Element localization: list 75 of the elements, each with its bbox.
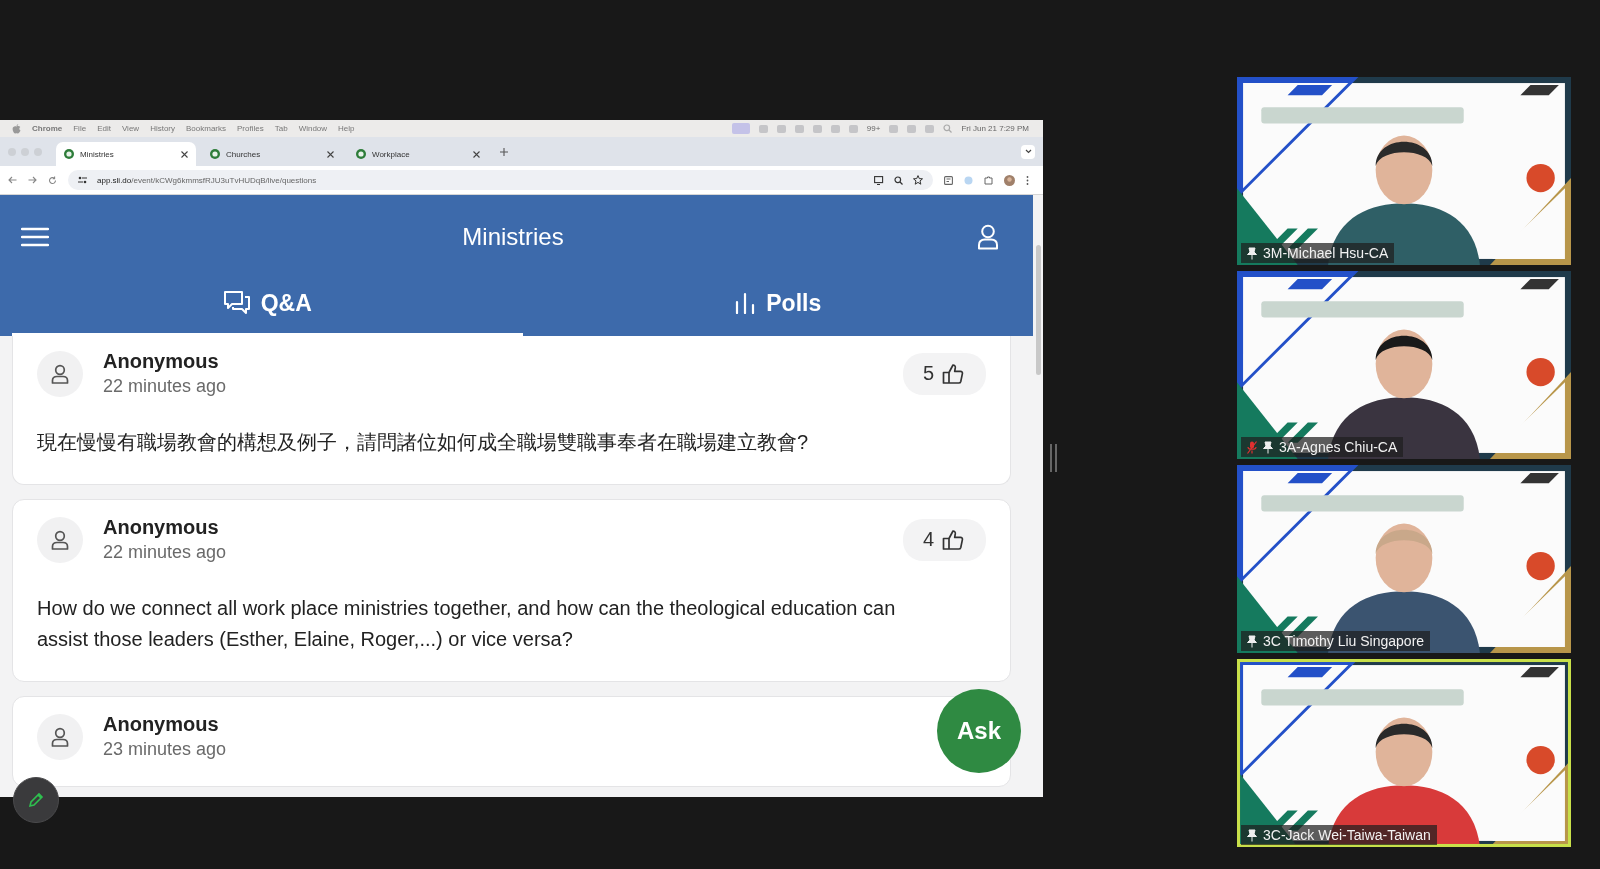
question-time: 22 minutes ago <box>103 376 228 397</box>
annotate-button[interactable] <box>13 777 59 823</box>
more-icon[interactable] <box>1026 175 1029 185</box>
menu-item[interactable]: Chrome <box>32 124 63 133</box>
back-icon[interactable] <box>8 176 17 184</box>
menu-item[interactable]: Help <box>338 124 355 133</box>
author-name: Anonymous <box>103 516 220 539</box>
pin-icon <box>1263 440 1273 454</box>
browser-tab[interactable]: Churches <box>202 142 342 166</box>
question-text: 現在慢慢有職場教會的構想及例子，請問諸位如何成全職場雙職事奉者在職場建立教會? <box>37 430 810 455</box>
thumbs-up-icon <box>942 528 964 551</box>
url-text: app.sli.do/event/kCWg6kmmsfRJU3uTvHUDqB/live/questions <box>97 175 317 185</box>
menu-item[interactable]: History <box>150 124 175 133</box>
browser-tab[interactable]: Ministries <box>56 142 196 166</box>
search-icon[interactable] <box>943 124 953 133</box>
menu-item[interactable]: File <box>73 124 87 133</box>
menu-icon[interactable] <box>21 227 49 247</box>
favicon-icon <box>210 149 220 159</box>
tab-search-button[interactable] <box>1021 144 1035 159</box>
author-name: Anonymous <box>103 713 220 736</box>
favicon-icon <box>64 149 74 159</box>
ask-button[interactable]: Ask <box>937 689 1021 773</box>
person-icon <box>51 363 69 384</box>
person-icon <box>51 529 69 550</box>
author-name: Anonymous <box>103 350 220 373</box>
question-time: 22 minutes ago <box>103 542 228 563</box>
apple-icon <box>12 123 21 134</box>
person-icon <box>51 726 69 747</box>
like-button[interactable]: 5 <box>902 352 986 395</box>
notification-count: 99+ <box>866 124 881 133</box>
like-button[interactable]: 4 <box>902 518 986 561</box>
star-icon[interactable] <box>913 175 923 185</box>
close-icon[interactable] <box>473 150 480 158</box>
pen-icon <box>27 791 45 809</box>
site-settings-icon <box>78 176 87 184</box>
menu-item[interactable]: Window <box>298 124 328 133</box>
menu-item[interactable]: View <box>121 124 140 133</box>
chevron-icon <box>1024 149 1032 154</box>
name-label: 3C-Jack Wei-Taiwa-Taiwan <box>1241 825 1437 845</box>
close-icon[interactable] <box>181 150 188 158</box>
tab-title: Ministries <box>80 149 115 159</box>
menu-item[interactable]: Bookmarks <box>186 124 227 133</box>
puzzle-icon[interactable] <box>984 175 993 185</box>
menu-item[interactable]: Profiles <box>237 124 264 133</box>
name-label: 3M-Michael Hsu-CA <box>1241 243 1395 263</box>
question-time: 23 minutes ago <box>103 739 228 760</box>
tab-title: Workplace <box>372 149 411 159</box>
app-title: Ministries <box>462 223 564 251</box>
reload-icon[interactable] <box>48 175 57 185</box>
splitter-handle[interactable] <box>1050 444 1057 472</box>
browser-tab[interactable]: Workplace <box>348 142 488 166</box>
menu-item[interactable]: Edit <box>97 124 111 133</box>
name-label: 3C Timothy Liu Singapore <box>1241 631 1431 651</box>
close-icon[interactable] <box>327 150 334 158</box>
menu-bar-clock: Fri Jun 21 7:29 PM <box>961 124 1029 133</box>
screen-icon[interactable] <box>874 175 884 185</box>
zoom-icon[interactable] <box>894 175 903 185</box>
pin-icon <box>1247 246 1257 260</box>
address-field[interactable]: app.sli.do/event/kCWg6kmmsfRJU3uTvHUDqB/live/questions <box>68 170 933 190</box>
favicon-icon <box>356 149 366 159</box>
app-tab[interactable]: Polls <box>522 279 1033 336</box>
question-text: How do we connect all work place ministries together, and how can the theological education can assist those leaders (Esther, Elaine, Roger,...) or vice versa? <box>37 596 897 652</box>
bar-chart-icon <box>734 292 757 314</box>
tab-title: Churches <box>226 149 262 159</box>
pin-icon <box>1247 828 1257 842</box>
forward-icon[interactable] <box>28 176 37 184</box>
thumbs-up-icon <box>942 362 964 385</box>
plus-icon[interactable] <box>500 147 508 156</box>
menu-item[interactable]: Tab <box>274 124 288 133</box>
pin-icon <box>1247 634 1257 648</box>
extension-icon[interactable] <box>944 175 953 185</box>
name-label: 3A-Agnes Chiu-CA <box>1241 437 1404 457</box>
avatar-icon[interactable] <box>1004 174 1015 186</box>
user-icon[interactable] <box>977 224 999 250</box>
chat-icon <box>222 290 251 316</box>
